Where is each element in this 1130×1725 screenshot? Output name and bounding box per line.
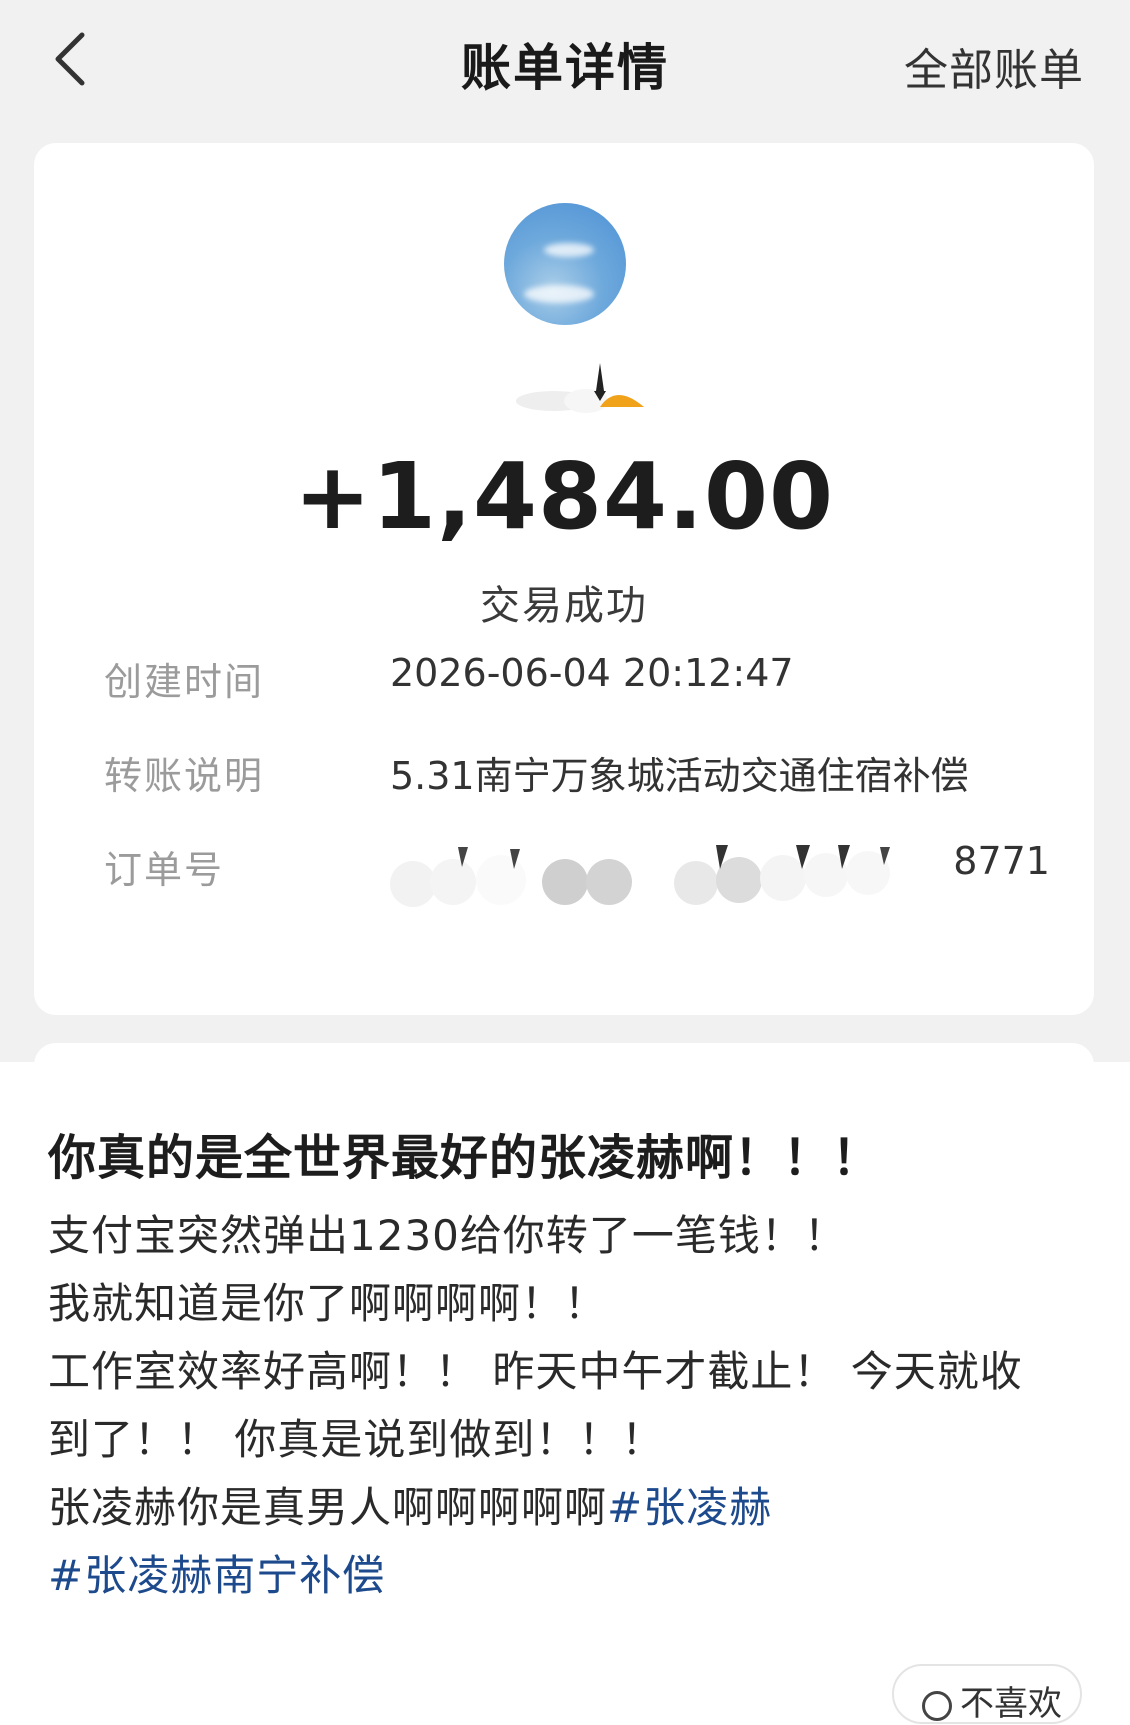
- post-line-4: 到了！！ 你真是说到做到！！！: [48, 1415, 665, 1464]
- avatar[interactable]: [504, 203, 626, 325]
- transfer-note-value: 5.31南宁万象城活动交通住宿补偿: [390, 754, 969, 798]
- dislike-button[interactable]: 不喜欢: [892, 1664, 1082, 1724]
- transaction-amount: +1,484.00: [293, 443, 835, 550]
- row-created-time: 创建时间 2026-06-04 20:12:47: [70, 651, 1070, 711]
- post-line-3: 工作室效率好高啊！！ 昨天中午才截止！ 今天就收: [48, 1347, 1023, 1396]
- transaction-status: 交易成功: [480, 583, 648, 629]
- topic-tag-1[interactable]: #张凌赫: [607, 1483, 772, 1532]
- bill-card: +1,484.00 交易成功 创建时间 2026-06-04 20:12:47 …: [34, 143, 1094, 1015]
- masked-payer-name: [516, 363, 644, 413]
- topic-tag-2[interactable]: #张凌赫南宁补偿: [48, 1551, 385, 1600]
- social-post: 你真的是全世界最好的张凌赫啊！！！ 支付宝突然弹出1230给你转了一笔钱！！ 我…: [0, 1062, 1130, 1724]
- post-line-5: 张凌赫你是真男人啊啊啊啊啊#张凌赫: [48, 1474, 1088, 1542]
- row-order-number: 订单号 8771: [70, 839, 1070, 907]
- all-bills-link[interactable]: 全部账单: [904, 34, 1084, 98]
- order-number-tail: 8771: [953, 839, 1050, 883]
- post-line-1: 支付宝突然弹出1230给你转了一笔钱！！: [48, 1211, 847, 1260]
- order-number-label: 订单号: [104, 848, 225, 892]
- sad-face-icon: [922, 1690, 952, 1721]
- bill-detail-screen: 账单详情 全部账单 +1,484.00 交易成功 创建时间 2026-06-04…: [0, 0, 1130, 1083]
- created-time-label: 创建时间: [104, 660, 265, 704]
- post-body: 支付宝突然弹出1230给你转了一笔钱！！ 我就知道是你了啊啊啊啊！！ 工作室效率…: [48, 1202, 1088, 1610]
- row-transfer-note: 转账说明 5.31南宁万象城活动交通住宿补偿: [70, 745, 1070, 805]
- transfer-note-label: 转账说明: [104, 754, 265, 798]
- post-line-2: 我就知道是你了啊啊啊啊！！: [48, 1279, 608, 1328]
- nav-bar: 账单详情 全部账单: [0, 0, 1130, 124]
- created-time-value: 2026-06-04 20:12:47: [390, 651, 794, 695]
- post-line-6: #张凌赫南宁补偿: [48, 1542, 1088, 1610]
- order-number-value: 8771: [390, 839, 1050, 909]
- dislike-label: 不喜欢: [960, 1684, 1062, 1724]
- post-line-5-text: 张凌赫你是真男人啊啊啊啊啊: [48, 1483, 608, 1532]
- post-title: 你真的是全世界最好的张凌赫啊！！！: [48, 1130, 882, 1186]
